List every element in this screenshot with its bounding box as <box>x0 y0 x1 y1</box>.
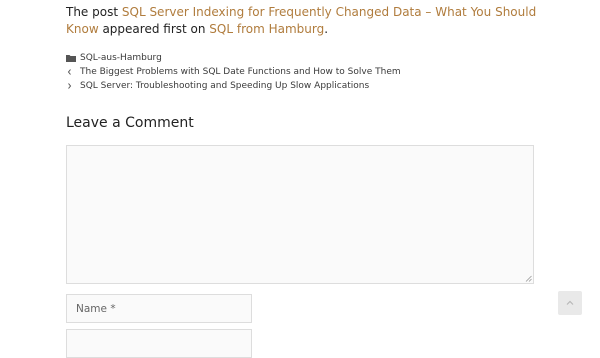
site-link[interactable]: SQL from Hamburg <box>209 22 324 36</box>
email-field[interactable] <box>66 329 252 358</box>
comment-textarea[interactable] <box>66 145 534 284</box>
chevron-up-icon <box>566 300 574 305</box>
back-to-top-button[interactable] <box>558 291 582 315</box>
comment-heading: Leave a Comment <box>66 115 194 131</box>
chevron-right-icon <box>66 81 78 91</box>
name-field[interactable]: Name * <box>66 294 252 323</box>
intro-prefix: The post <box>66 5 122 19</box>
post-source-note: The post SQL Server Indexing for Frequen… <box>66 4 546 38</box>
intro-suffix: . <box>324 22 329 36</box>
intro-middle: appeared first on <box>98 22 210 36</box>
name-placeholder: Name * <box>76 302 116 315</box>
category-row: SQL-aus-Hamburg <box>66 51 401 65</box>
next-post-row: SQL Server: Troubleshooting and Speeding… <box>66 79 401 93</box>
previous-post-link[interactable]: The Biggest Problems with SQL Date Funct… <box>80 65 401 79</box>
next-post-link[interactable]: SQL Server: Troubleshooting and Speeding… <box>80 79 369 93</box>
resize-grip-icon[interactable] <box>525 275 532 282</box>
folder-icon <box>66 53 78 63</box>
category-link[interactable]: SQL-aus-Hamburg <box>80 51 162 65</box>
previous-post-row: The Biggest Problems with SQL Date Funct… <box>66 65 401 79</box>
chevron-left-icon <box>66 67 78 77</box>
post-meta: SQL-aus-Hamburg The Biggest Problems wit… <box>66 51 401 93</box>
